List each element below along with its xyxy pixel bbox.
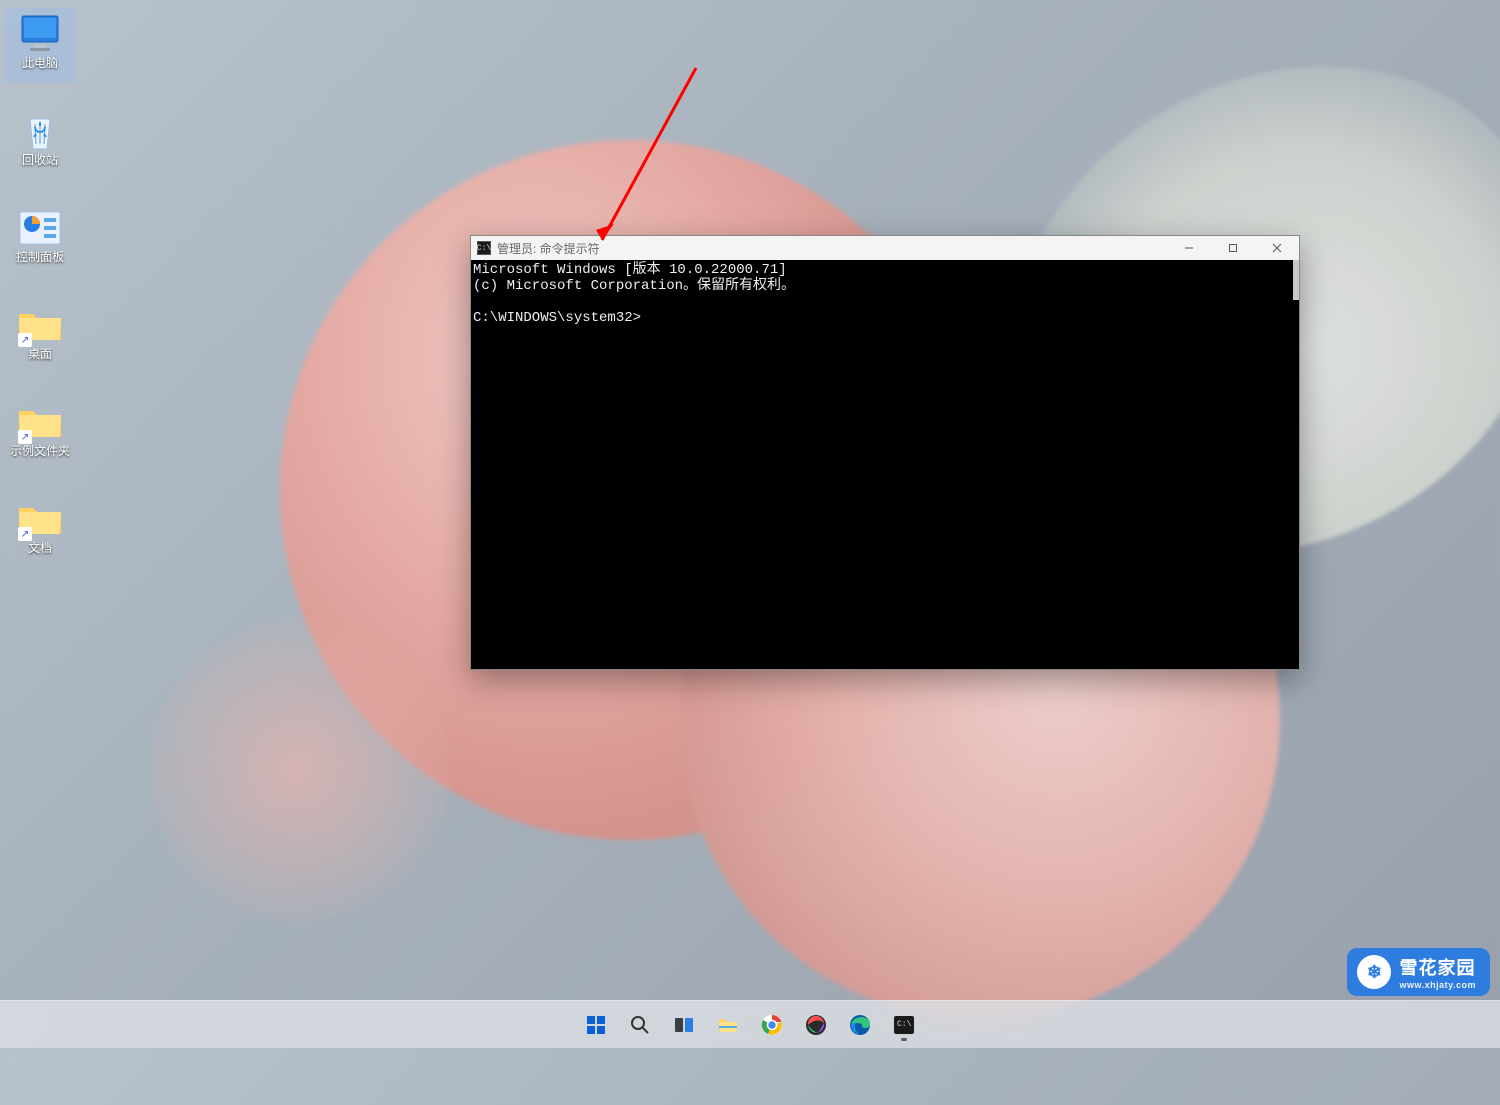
desktop-icon-label: 桌面 <box>28 347 52 361</box>
desktop-icon-documents-folder[interactable]: ↗ 文档 <box>4 493 76 568</box>
file-explorer-button[interactable] <box>709 1006 747 1044</box>
cmd-line: Microsoft Windows [版本 10.0.22000.71] <box>473 262 787 278</box>
recycle-bin-icon <box>16 109 64 153</box>
cmd-prompt: C:\WINDOWS\system32> <box>473 310 641 326</box>
svg-text:C:\: C:\ <box>897 1020 912 1029</box>
desktop-icon-control-panel[interactable]: 控制面板 <box>4 202 76 277</box>
taskbar: C:\ <box>0 1000 1500 1048</box>
desktop-icon-this-pc[interactable]: 此电脑 <box>4 8 76 83</box>
search-icon <box>628 1013 652 1037</box>
desktop-icon-label: 此电脑 <box>22 56 58 70</box>
desktop-icon-label: 文档 <box>28 541 52 555</box>
edge-canary-button[interactable] <box>797 1006 835 1044</box>
watermark-url: www.xhjaty.com <box>1399 980 1476 990</box>
watermark-title: 雪花家园 <box>1399 954 1476 980</box>
edge-button[interactable] <box>841 1006 879 1044</box>
folder-icon: ↗ <box>16 303 64 347</box>
desktop-icon-label: 回收站 <box>22 153 58 167</box>
cmd-terminal-body[interactable]: Microsoft Windows [版本 10.0.22000.71] (c)… <box>471 260 1299 669</box>
chrome-icon <box>760 1013 784 1037</box>
shortcut-arrow-icon: ↗ <box>18 333 32 347</box>
annotation-arrow <box>590 62 710 262</box>
monitor-icon <box>16 12 64 56</box>
folder-icon: ↗ <box>16 497 64 541</box>
desktop-icons: 此电脑 回收站 控制面板 <box>4 8 76 578</box>
minimize-button[interactable] <box>1167 236 1211 260</box>
edge-canary-icon <box>804 1013 828 1037</box>
watermark: ❄ 雪花家园 www.xhjaty.com <box>1347 948 1490 996</box>
cmd-taskbar-button[interactable]: C:\ <box>885 1006 923 1044</box>
cmd-window: C:\ 管理员: 命令提示符 Microsoft Windows [版本 10.… <box>470 235 1300 670</box>
search-button[interactable] <box>621 1006 659 1044</box>
maximize-button[interactable] <box>1211 236 1255 260</box>
close-icon <box>1272 243 1282 253</box>
cmd-line: (c) Microsoft Corporation。保留所有权利。 <box>473 278 795 294</box>
taskview-button[interactable] <box>665 1006 703 1044</box>
shortcut-arrow-icon: ↗ <box>18 430 32 444</box>
taskbar-center: C:\ <box>577 1001 923 1048</box>
shortcut-arrow-icon: ↗ <box>18 527 32 541</box>
minimize-icon <box>1184 243 1194 253</box>
start-button[interactable] <box>577 1006 615 1044</box>
folder-icon <box>716 1013 740 1037</box>
maximize-icon <box>1228 243 1238 253</box>
window-controls <box>1167 236 1299 260</box>
snowflake-icon: ❄ <box>1357 955 1391 989</box>
edge-icon <box>848 1013 872 1037</box>
cmd-app-icon: C:\ <box>477 241 491 255</box>
taskview-icon <box>672 1013 696 1037</box>
desktop-icon-sample-folder[interactable]: ↗ 示例文件夹 <box>4 396 76 471</box>
desktop-icon-label: 示例文件夹 <box>10 444 70 458</box>
terminal-icon: C:\ <box>892 1013 916 1037</box>
close-button[interactable] <box>1255 236 1299 260</box>
chrome-button[interactable] <box>753 1006 791 1044</box>
windows-icon <box>584 1013 608 1037</box>
desktop-icon-label: 控制面板 <box>16 250 64 264</box>
desktop-icon-recycle-bin[interactable]: 回收站 <box>4 105 76 180</box>
desktop-icon-desktop-folder[interactable]: ↗ 桌面 <box>4 299 76 374</box>
cmd-scrollbar-thumb[interactable] <box>1293 260 1299 300</box>
control-panel-icon <box>16 206 64 250</box>
cmd-window-title: 管理员: 命令提示符 <box>497 240 600 257</box>
folder-icon: ↗ <box>16 400 64 444</box>
